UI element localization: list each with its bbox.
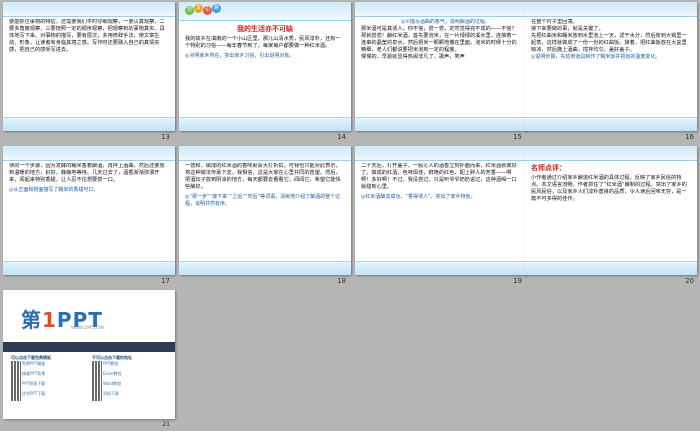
slide-13[interactable]: 要能抓住事物的特征，还需要我们平时仔细观察，一要认真观察，二要多角度观察，三要按… — [3, 2, 175, 131]
slide-text: 小作者通过介绍家乡酿造红米酒的具体过程，反映了家乡民俗的特点。本文语言流畅，作者… — [531, 175, 687, 203]
slide-text-block: ◎②描写酒曲的香气，说明酿酒的过程。 那米酒可是真诱人，你不信，尝一尝，定然觉得… — [361, 19, 521, 115]
link-item[interactable]: PPT图表下载 — [11, 380, 86, 391]
slide-note: ◎“那一步”“接下来”“之后”“然后”等词语，清晰地介绍了酿酒的整个过程，说明井… — [185, 194, 341, 207]
slide-number-14: 14 — [337, 133, 346, 141]
dark-band — [3, 342, 175, 352]
slide-18[interactable]: 一揽和，做成的红米酒的香味就会大打折扣。可我也只能对此表示，将这种做法传承下去，… — [179, 146, 351, 275]
slide-19[interactable]: 二十天后，打开盖子，一股沁人的酒香立刻扑面而来，红米酒就做好了。做成的红酒，色味… — [355, 146, 527, 275]
slide-21[interactable]: 第1PPT WWW.1PPT.COM 可以点击下载免费模板 免费PPT模板 精美… — [3, 290, 175, 419]
slide-note: ◎从正面和侧面描写了糯米的香甜可口。 — [9, 187, 99, 194]
link-column-1: 可以点击下载免费模板 免费PPT模板 精美PPT背景 PPT图表下载 优秀PPT… — [11, 355, 86, 413]
slide-header — [355, 2, 527, 17]
slide-number-19: 19 — [513, 277, 522, 285]
link-item[interactable]: Word教程 — [92, 380, 167, 391]
slide-footer — [355, 261, 527, 275]
qr-icon — [11, 360, 21, 371]
slide-15[interactable]: ◎②描写酒曲的香气，说明酿酒的过程。 那米酒可是真诱人，你不信，尝一尝，定然觉得… — [355, 2, 527, 131]
link-item[interactable]: 精美PPT背景 — [11, 370, 86, 381]
link-column-2: 不可以点击下载的地址 PPT教程 Excel教程 Word教程 资料下载 — [92, 355, 167, 413]
slide-number-17: 17 — [161, 277, 170, 285]
link-item[interactable]: 优秀PPT下载 — [11, 390, 86, 401]
slide-header — [3, 146, 175, 161]
slide-footer — [3, 261, 175, 275]
slide-number-15: 15 — [513, 133, 522, 141]
slide-header: 范 文 引 路 — [179, 2, 351, 21]
slide-text-block: 待的一个步骤，因为发酵的糯米香着酿酒，再拌上酒曲，然后还要放到温暖的地方，封好，… — [9, 163, 169, 259]
slide-number-20: 20 — [685, 277, 694, 285]
logo-subtitle: WWW.1PPT.COM — [71, 325, 104, 330]
slide-footer — [525, 261, 697, 275]
slide-number-16: 16 — [685, 133, 694, 141]
slide-text: 在整个村子里回荡。 接下来要做的事，就是关键了。 先把红曲米和糯米放到水里泡上一… — [531, 19, 687, 54]
slide-footer — [355, 117, 527, 131]
tag-char: 引 — [203, 6, 212, 15]
slide-note: ◎说明步骤，先动用道具制作了糯米饭并把饭的温度变化。 — [531, 54, 661, 61]
tag-char: 文 — [194, 4, 203, 13]
qr-icon — [92, 390, 102, 401]
slide-14[interactable]: 范 文 引 路 我的生活亦不可缺 我的故乡在滇南的一个小山区里，那儿山清水秀，民… — [179, 2, 351, 131]
slide-text-block: 我的生活亦不可缺 我的故乡在滇南的一个小山区里，那儿山清水秀，民风淳朴，还有一个… — [185, 24, 345, 115]
link-item[interactable]: Excel教程 — [92, 370, 167, 381]
slide-header — [525, 2, 697, 17]
slide-note: ◎点明家乡所在，突出家乡习俗，引出说明对象。 — [185, 53, 295, 60]
slide-footer — [3, 117, 175, 131]
qr-icon — [11, 390, 21, 401]
logo-one: 1 — [42, 308, 57, 332]
slide-footer — [179, 117, 351, 131]
tag-char: 范 — [185, 6, 194, 15]
slide-text-block: 一揽和，做成的红米酒的香味就会大打折扣。可我也只能对此表示，将这种做法传承下去，… — [185, 163, 345, 259]
qr-icon — [11, 370, 21, 381]
qr-icon — [92, 380, 102, 391]
qr-icon — [92, 370, 102, 381]
link-item[interactable]: 资料下载 — [92, 390, 167, 401]
slide-text: 一揽和，做成的红米酒的香味就会大打折扣。可我也只能对此表示，将这种做法传承下去，… — [185, 163, 341, 191]
slide-text: 二十天后，打开盖子，一股沁人的酒香立刻扑面而来，红米酒就做好了。做成的红酒，色味… — [361, 163, 517, 191]
logo-brand: 第 — [21, 308, 42, 332]
slide-text: 那米酒可是真诱人，你不信，尝一尝，定然觉得完不成的——不信？那就尝尝！酿红米酒，… — [361, 25, 517, 53]
slide-text: 我的故乡在滇南的一个小山区里，那儿山清水秀，民风淳朴，还有一个特别的习俗——每年… — [185, 36, 341, 50]
qr-icon — [11, 380, 21, 391]
slide-number-21: 21 — [162, 421, 170, 428]
tag-char: 路 — [212, 4, 221, 13]
slide-footer — [525, 117, 697, 131]
qr-icon — [92, 360, 102, 371]
slide-header — [525, 146, 697, 161]
slide-20[interactable]: 名师点评： 小作者通过介绍家乡酿造红米酒的具体过程，反映了家乡民俗的特点。本文语… — [525, 146, 697, 275]
slide-17[interactable]: 待的一个步骤，因为发酵的糯米香着酿酒，再拌上酒曲，然后还要放到温暖的地方，封好，… — [3, 146, 175, 275]
slide-header — [355, 146, 527, 161]
slide-note: ◎红米酒酿造成功，“香得诱人”，突出了家乡特色。 — [361, 194, 476, 201]
slide-number-18: 18 — [337, 277, 346, 285]
slide-text: 待的一个步骤，因为发酵的糯米香着酿酒，再拌上酒曲，然后还要放到温暖的地方，封好，… — [9, 163, 165, 184]
link-columns: 可以点击下载免费模板 免费PPT模板 精美PPT背景 PPT图表下载 优秀PPT… — [11, 355, 167, 413]
slide-16[interactable]: 在整个村子里回荡。 接下来要做的事，就是关键了。 先把红曲米和糯米放到水里泡上一… — [525, 2, 697, 131]
slide-header — [3, 2, 175, 17]
slide-header — [179, 146, 351, 161]
comment-title: 名师点评： — [531, 164, 566, 172]
slide-number-13: 13 — [161, 133, 170, 141]
slide-text-block: 在整个村子里回荡。 接下来要做的事，就是关键了。 先把红曲米和糯米放到水里泡上一… — [531, 19, 691, 115]
slide-text-block: 名师点评： 小作者通过介绍家乡酿造红米酒的具体过程，反映了家乡民俗的特点。本文语… — [531, 163, 691, 259]
slide-text-block: 二十天后，打开盖子，一股沁人的酒香立刻扑面而来，红米酒就做好了。做成的红酒，色味… — [361, 163, 521, 259]
slide-text: 要能抓住事物的特征，还需要我们平时仔细观察，一要认真观察，二要多角度观察，三要按… — [9, 19, 165, 54]
essay-title: 我的生活亦不可缺 — [237, 25, 293, 33]
slide-footer-text: 慢慢的，早晨就显得热闹非凡了，歌声，笑声 — [361, 53, 465, 60]
link-item[interactable]: 免费PPT模板 — [11, 360, 86, 371]
slide-footer — [179, 261, 351, 275]
link-item[interactable]: PPT教程 — [92, 360, 167, 371]
